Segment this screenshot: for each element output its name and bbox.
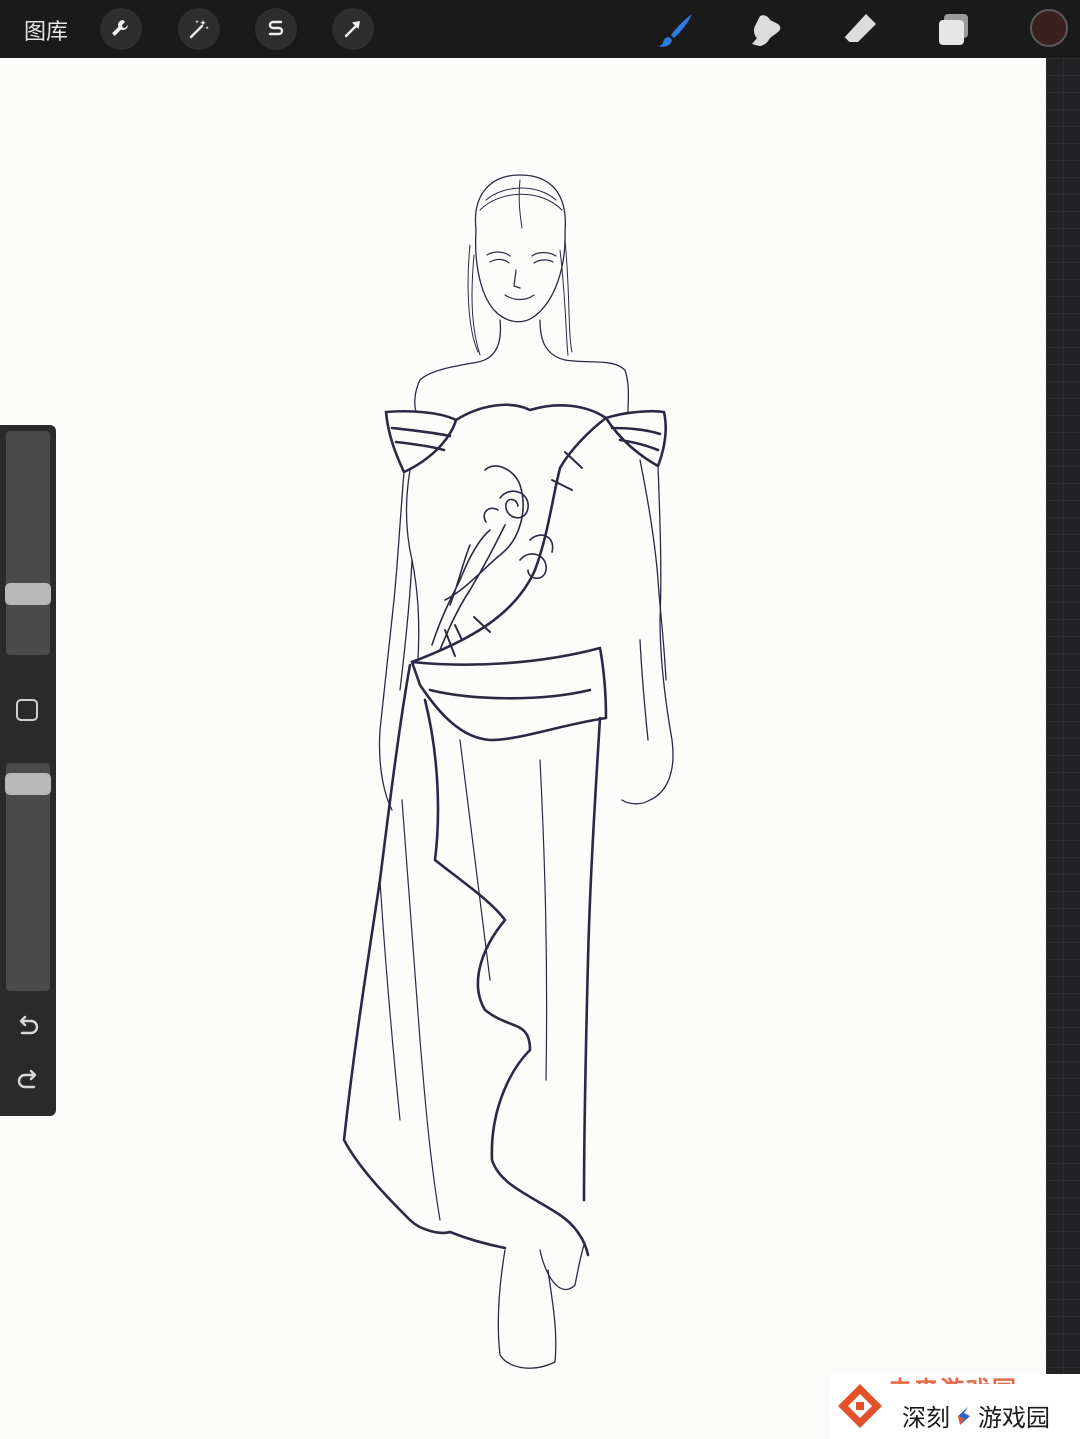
stitch-marks	[444, 451, 583, 657]
skirt-hem	[448, 1230, 507, 1250]
site-logo-icon	[838, 1384, 882, 1428]
watermark-ghost-text: 未来游戏园	[888, 1370, 1018, 1384]
brand-s-icon	[958, 1406, 970, 1425]
torso-left	[405, 469, 420, 661]
opacity-slider[interactable]	[6, 763, 50, 991]
eraser-icon	[843, 14, 876, 45]
magic-wand-icon	[189, 20, 209, 39]
arrow-cursor-icon	[344, 21, 360, 38]
brush-size-slider[interactable]	[6, 431, 50, 655]
face-features	[486, 251, 557, 301]
skirt-right-side	[582, 716, 602, 1202]
layers-button[interactable]	[934, 10, 974, 50]
smudge-icon	[752, 15, 781, 47]
top-toolbar: 图库	[0, 0, 1080, 58]
left-sleeve	[384, 409, 458, 474]
layers-icon	[939, 14, 968, 45]
skirt-front-ruffle	[423, 698, 590, 1257]
selection-button[interactable]	[255, 8, 297, 50]
watermark-text: 深刻 游戏园	[902, 1398, 1050, 1433]
square-modify-icon[interactable]	[16, 699, 38, 721]
right-sleeve	[604, 409, 667, 468]
smudge-tool-button[interactable]	[746, 10, 786, 50]
brush-icon	[658, 14, 692, 47]
eraser-tool-button[interactable]	[840, 10, 880, 50]
gallery-button[interactable]: 图库	[24, 14, 68, 46]
neck-shoulders	[414, 319, 630, 413]
transform-button[interactable]	[332, 8, 374, 50]
legs	[497, 1244, 585, 1369]
waist-drape	[410, 646, 608, 742]
torso-right	[639, 459, 667, 681]
left-sidebar	[0, 425, 56, 1116]
watermark: 未来游戏园 深刻 游戏园	[830, 1374, 1080, 1439]
adjustments-button[interactable]	[178, 8, 220, 50]
bodice-neckline	[454, 403, 608, 422]
bodice-diagonal	[410, 416, 608, 664]
skirt-fold-lines	[379, 739, 548, 1221]
watermark-text-left: 深刻	[902, 1404, 950, 1432]
opacity-thumb[interactable]	[5, 773, 51, 796]
undo-icon[interactable]	[14, 1013, 42, 1041]
actions-button[interactable]	[100, 8, 142, 50]
drawing-canvas[interactable]	[0, 58, 1046, 1439]
redo-icon[interactable]	[14, 1067, 42, 1095]
canvas-edge-grid	[1046, 58, 1080, 1439]
brush-tool-button[interactable]	[656, 10, 696, 50]
color-picker-button[interactable]	[1030, 9, 1068, 47]
selection-s-icon	[268, 20, 284, 36]
fashion-sketch	[342, 174, 674, 1369]
watermark-text-right: 游戏园	[978, 1404, 1050, 1432]
hair-strands	[467, 179, 573, 356]
brush-size-thumb[interactable]	[5, 582, 51, 605]
wrench-icon	[112, 20, 128, 36]
right-arm	[621, 465, 674, 805]
